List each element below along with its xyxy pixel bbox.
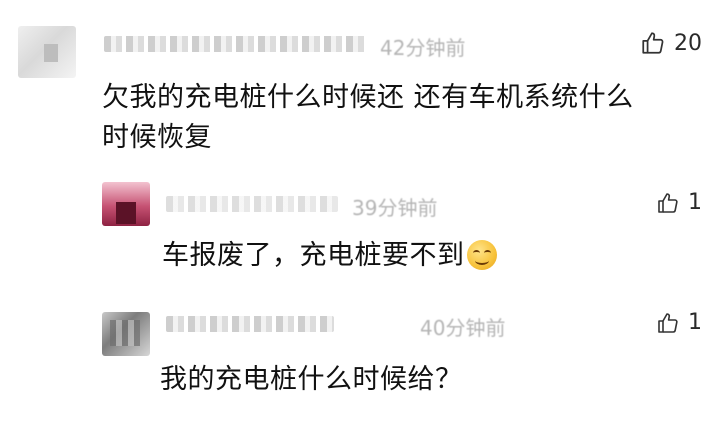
- avatar[interactable]: [18, 26, 76, 78]
- like-count: 1: [688, 190, 702, 215]
- username-blurred[interactable]: [104, 36, 366, 52]
- thumbs-up-icon: [642, 32, 664, 54]
- like-button[interactable]: 1: [656, 190, 702, 215]
- comment-text: 我的充电桩什么时候给？: [160, 364, 463, 395]
- like-button[interactable]: 1: [656, 310, 702, 335]
- avatar[interactable]: [102, 312, 150, 356]
- comment-text-body: 车报废了，充电桩要不到: [162, 240, 465, 271]
- comment-timestamp: 39分钟前: [352, 196, 438, 220]
- username-blurred[interactable]: [166, 316, 334, 332]
- username-blurred[interactable]: [166, 196, 338, 212]
- thumbs-up-icon: [658, 312, 678, 333]
- comment-timestamp: 40分钟前: [420, 316, 506, 340]
- avatar[interactable]: [102, 182, 150, 226]
- like-button[interactable]: 20: [640, 30, 702, 56]
- like-count: 20: [674, 30, 702, 56]
- like-count: 1: [688, 310, 702, 335]
- thumbs-up-icon: [658, 192, 678, 213]
- comment-text: 欠我的充电桩什么时候还 还有车机系统什么: [102, 82, 634, 113]
- comment-text: 车报废了，充电桩要不到: [162, 236, 497, 276]
- comment-timestamp: 42分钟前: [380, 36, 466, 60]
- laughing-face-emoji: [466, 240, 497, 270]
- comment-text: 时候恢复: [102, 122, 212, 153]
